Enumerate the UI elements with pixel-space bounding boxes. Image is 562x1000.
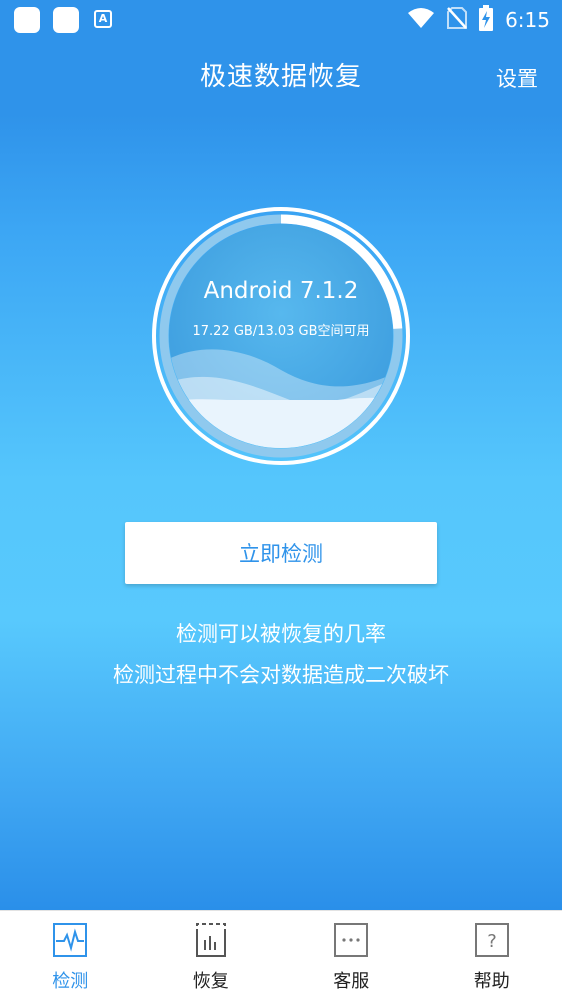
- tab-help[interactable]: ? 帮助: [422, 911, 562, 1000]
- tab-detect[interactable]: 检测: [0, 911, 141, 1000]
- info-line-safe: 检测过程中不会对数据造成二次破坏: [113, 663, 449, 687]
- storage-available: 17.22 GB/13.03 GB空间可用: [192, 324, 370, 339]
- bottom-tab-bar: 检测 恢复 客服 ? 帮助: [0, 910, 562, 1000]
- translate-a-icon: A: [94, 10, 112, 28]
- app-screen: A 6:15 极速数据恢复 设置 Android 7.1.2 17.22 GB/…: [0, 0, 562, 910]
- battery-charging-icon: [479, 5, 494, 35]
- status-bar: A 6:15: [0, 0, 562, 40]
- help-question-icon: ?: [474, 923, 509, 957]
- info-line-probability: 检测可以被恢复的几率: [176, 622, 386, 646]
- status-time: 6:15: [505, 8, 550, 32]
- pulse-monitor-icon: [53, 923, 88, 957]
- tab-help-label: 帮助: [473, 971, 510, 992]
- tab-recover[interactable]: 恢复: [141, 911, 282, 1000]
- settings-button[interactable]: 设置: [496, 63, 538, 93]
- tab-detect-label: 检测: [52, 971, 89, 992]
- tab-service[interactable]: 客服: [281, 911, 422, 1000]
- android-version: Android 7.1.2: [203, 278, 359, 304]
- notification-square-icon: [14, 7, 40, 33]
- app-header: A 6:15 极速数据恢复 设置: [0, 0, 562, 115]
- svg-text:?: ?: [487, 931, 497, 952]
- no-sim-icon: [447, 6, 468, 34]
- status-bar-right: 6:15: [407, 5, 550, 35]
- notification-square-icon: [53, 7, 79, 33]
- chat-dots-icon: [334, 923, 369, 957]
- detect-now-button[interactable]: 立即检测: [125, 522, 437, 584]
- page-title: 极速数据恢复: [199, 62, 362, 92]
- recover-chart-icon: [194, 923, 228, 957]
- tab-recover-label: 恢复: [192, 971, 229, 992]
- tab-service-label: 客服: [333, 971, 370, 992]
- wifi-icon: [407, 7, 435, 33]
